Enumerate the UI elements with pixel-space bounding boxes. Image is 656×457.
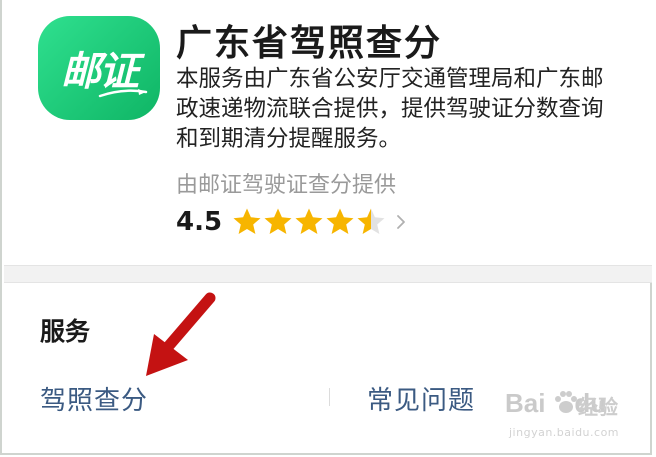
app-provider[interactable]: 由邮证驾驶证查分提供	[176, 167, 396, 199]
service-separator	[329, 388, 330, 406]
rating-row[interactable]: 4.5	[176, 205, 407, 239]
star-icon	[233, 208, 261, 234]
watermark-jingyan: 经验	[578, 395, 618, 419]
app-info-card: 邮证 广东省驾照查分 本服务由广东省公安厅交通管理局和广东邮政速递物流联合提供，…	[4, 0, 654, 265]
paw-icon	[555, 391, 577, 413]
rating-stars	[232, 207, 387, 237]
baidu-watermark: Bai__du 经验 jingyan.baidu.com	[505, 388, 625, 448]
mini-program-frame: 邮证 广东省驾照查分 本服务由广东省公安厅交通管理局和广东邮政速递物流联合提供，…	[0, 0, 654, 455]
rating-value: 4.5	[176, 207, 223, 237]
star-icon	[326, 208, 354, 234]
services-title: 服务	[40, 317, 91, 346]
app-title: 广东省驾照查分	[176, 23, 443, 64]
service-faq[interactable]: 常见问题	[367, 380, 475, 417]
chevron-right-icon[interactable]	[395, 214, 407, 230]
star-icon	[264, 208, 292, 234]
red-arrow-icon	[146, 292, 216, 376]
star-icon	[357, 208, 385, 234]
app-description: 本服务由广东省公安厅交通管理局和广东邮政速递物流联合提供，提供驾驶证分数查询和到…	[176, 66, 604, 152]
star-icon	[295, 208, 323, 234]
logo-plane-icon	[98, 89, 148, 98]
app-logo: 邮证	[38, 16, 160, 120]
section-divider	[4, 265, 652, 283]
watermark-url: jingyan.baidu.com	[509, 426, 620, 439]
